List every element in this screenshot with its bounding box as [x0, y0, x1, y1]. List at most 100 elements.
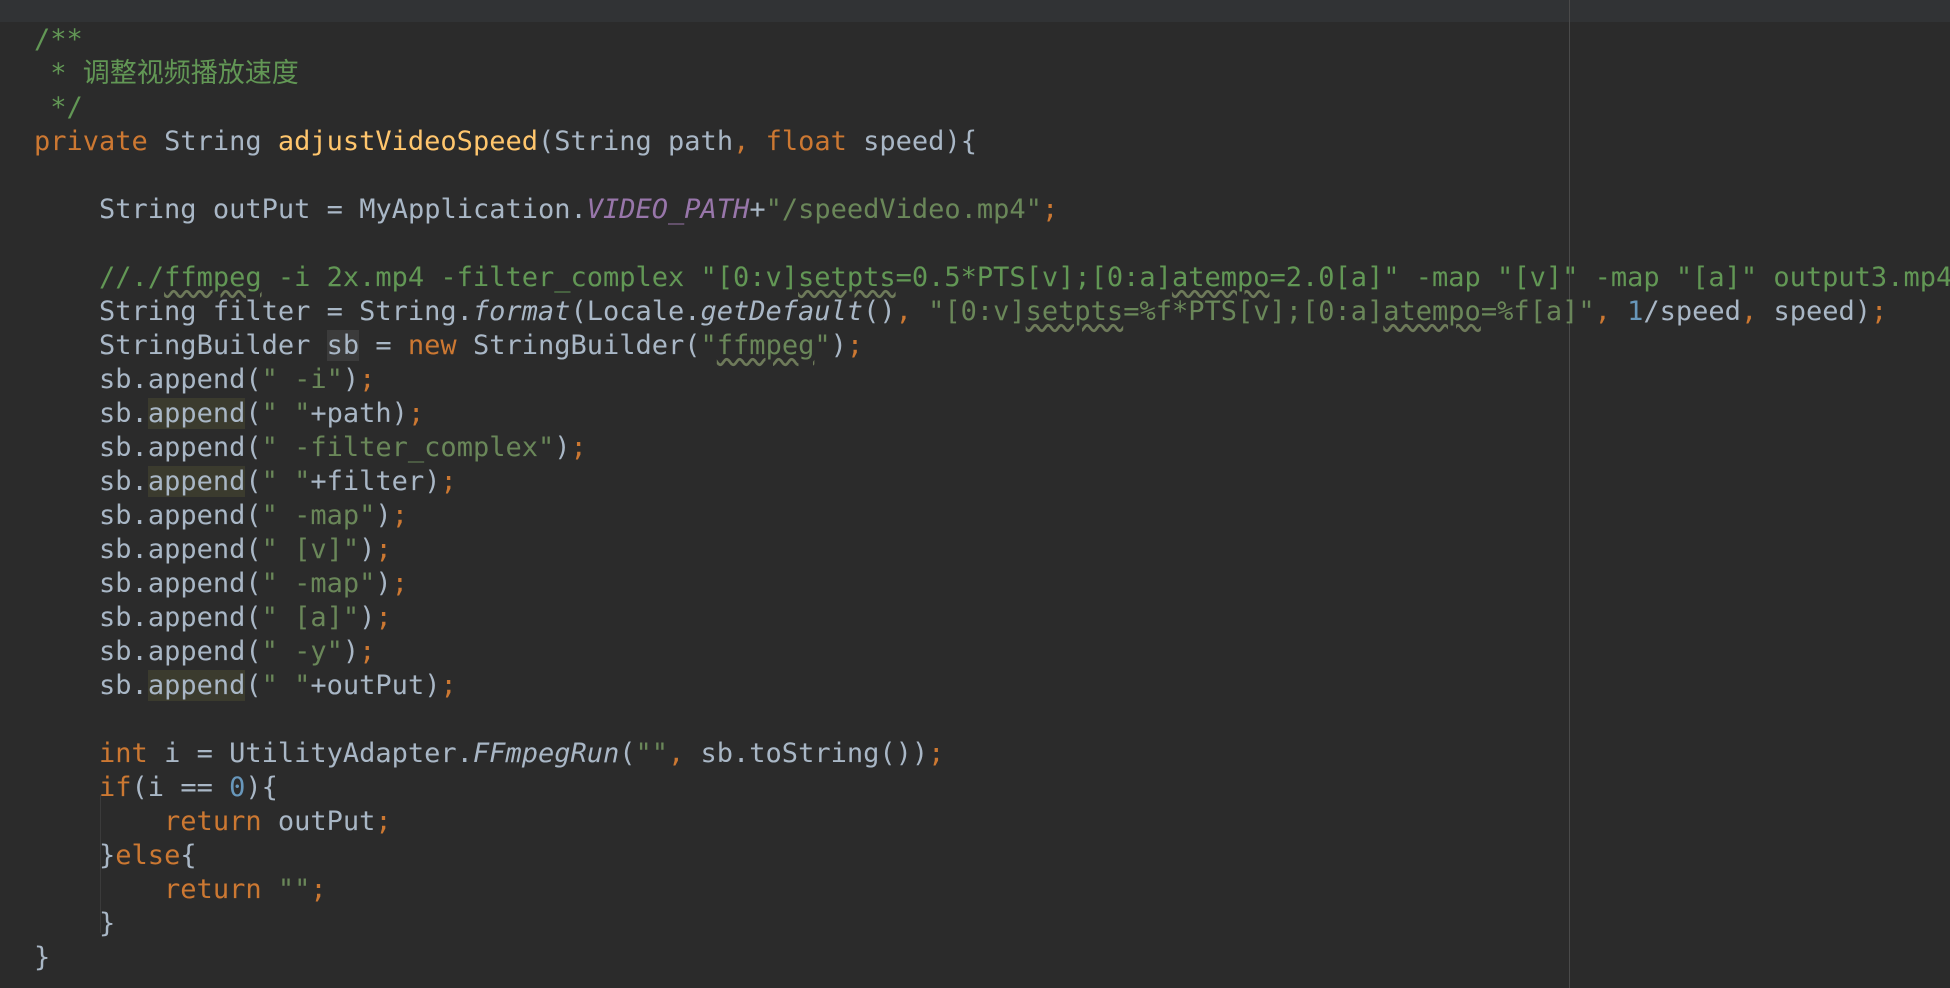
- code-line-comment: //./ffmpeg -i 2x.mp4 -filter_complex "[0…: [34, 261, 1950, 295]
- semicolon: ;: [375, 534, 392, 565]
- string-literal: =%f[a]": [1480, 296, 1595, 327]
- code-line-append: sb.append(" -map");: [34, 567, 1950, 601]
- new-keyword: new: [407, 330, 457, 361]
- return-keyword: return: [164, 874, 262, 905]
- code-part: i = UtilityAdapter.: [147, 738, 473, 769]
- doc-comment-open: /**: [34, 24, 83, 55]
- number-literal: 1: [1627, 296, 1644, 327]
- code-line-append: sb.append(" "+path);: [34, 397, 1950, 431]
- code-part: StringBuilder: [99, 330, 327, 361]
- modifier-keyword: private: [34, 126, 148, 157]
- code-line-append: sb.append(" "+filter);: [34, 465, 1950, 499]
- operator: =: [326, 194, 343, 225]
- code-part: }: [99, 840, 116, 871]
- string-literal: " ": [261, 398, 311, 429]
- code-line-append: sb.append(" -map");: [34, 499, 1950, 533]
- code-part: (Locale.: [570, 296, 701, 327]
- code-part: StringBuilder(: [456, 330, 701, 361]
- code-line: }: [34, 907, 1950, 941]
- code-line: int i = UtilityAdapter.FFmpegRun("", sb.…: [34, 737, 1950, 771]
- string-literal: " -map": [261, 568, 376, 599]
- code-part: (: [245, 670, 262, 701]
- code-part: +path): [310, 398, 408, 429]
- string-literal: setpts: [1025, 296, 1124, 327]
- code-part: sb.: [99, 636, 148, 667]
- code-part: sb.: [99, 500, 148, 531]
- code-part: +outPut): [310, 670, 441, 701]
- comma: ,: [733, 126, 750, 157]
- method-call: append: [147, 398, 246, 429]
- semicolon: ;: [846, 330, 864, 361]
- string-literal: "[0:v]: [928, 296, 1026, 327]
- string-literal: "/speedVideo.mp4": [765, 194, 1042, 225]
- method-call: append: [147, 636, 246, 667]
- comment-part: =2.0[a]" -map "[v]" -map "[a]" output3.m…: [1269, 262, 1950, 293]
- code-part: (: [245, 534, 262, 565]
- string-literal: "": [635, 738, 669, 769]
- param-type: String: [554, 126, 652, 157]
- param-name: path: [668, 126, 734, 157]
- semicolon: ;: [359, 364, 376, 395]
- code-part: (: [245, 398, 262, 429]
- code-line: }: [34, 941, 1950, 975]
- code-part: +filter): [310, 466, 441, 497]
- method-call: append: [147, 466, 246, 497]
- param-name: speed: [863, 126, 945, 157]
- semicolon: ;: [359, 636, 376, 667]
- var-name: outPut: [212, 194, 311, 225]
- comment-part: setpts: [798, 262, 896, 293]
- append-lines: sb.append(" -i"); sb.append(" "+path); s…: [34, 363, 1950, 703]
- string-literal: " [v]": [261, 534, 360, 565]
- code-part: [262, 874, 278, 905]
- code-line-append: sb.append(" [v]");: [34, 533, 1950, 567]
- semicolon: ;: [375, 602, 392, 633]
- string-literal: ffmpeg: [716, 330, 815, 361]
- semicolon: ;: [391, 500, 408, 531]
- string-literal: ": [700, 330, 717, 361]
- method-call: append: [147, 670, 246, 701]
- code-line-append: sb.append(" [a]");: [34, 601, 1950, 635]
- method-call: append: [147, 500, 246, 531]
- string-literal: " ": [261, 670, 311, 701]
- method-call: append: [147, 364, 246, 395]
- code-line-method-signature: private String adjustVideoSpeed(String p…: [34, 125, 1950, 159]
- editor-tab-strip: [0, 0, 1950, 22]
- if-keyword: if: [99, 772, 132, 803]
- method-call: append: [147, 534, 246, 565]
- type-keyword: int: [99, 738, 148, 769]
- semicolon: ;: [375, 806, 392, 837]
- code-part: sb.: [99, 466, 148, 497]
- semicolon: ;: [440, 670, 457, 701]
- static-method: FFmpegRun: [472, 738, 620, 769]
- number-literal: 0: [229, 772, 246, 803]
- code-area[interactable]: /** * 调整视频播放速度 */ private String adjustV…: [34, 23, 1950, 975]
- code-part: ): [342, 364, 360, 395]
- code-part: ): [359, 534, 376, 565]
- paren-close-brace: ){: [944, 126, 977, 157]
- comment-part: -i 2x.mp4 -filter_complex "[0:v]: [261, 262, 799, 293]
- code-part: /speed: [1643, 296, 1741, 327]
- code-line: if(i == 0){: [34, 771, 1950, 805]
- code-line: return "";: [34, 873, 1950, 907]
- code-line: String filter = String.format(Locale.get…: [34, 295, 1950, 329]
- code-line: StringBuilder sb = new StringBuilder("ff…: [34, 329, 1950, 363]
- closing-brace: }: [99, 908, 116, 939]
- semicolon: ;: [928, 738, 945, 769]
- string-literal: =%f*PTS[v];[0:a]: [1123, 296, 1384, 327]
- code-part: sb.toString()): [700, 738, 929, 769]
- code-line: /**: [34, 23, 1950, 57]
- string-literal: atempo: [1383, 296, 1481, 327]
- comma: ,: [895, 296, 929, 327]
- code-editor[interactable]: /** * 调整视频播放速度 */ private String adjustV…: [0, 0, 1950, 988]
- code-line-append: sb.append(" -filter_complex");: [34, 431, 1950, 465]
- string-literal: ": [814, 330, 831, 361]
- string-literal: " -filter_complex": [261, 432, 555, 463]
- string-literal: " -map": [261, 500, 376, 531]
- comma: ,: [668, 738, 701, 769]
- code-part: (: [245, 432, 262, 463]
- code-part: (: [245, 500, 262, 531]
- code-part: ): [375, 500, 392, 531]
- code-part: String filter = String.: [99, 296, 473, 327]
- comment-part: //./: [99, 262, 165, 293]
- string-literal: " ": [261, 466, 311, 497]
